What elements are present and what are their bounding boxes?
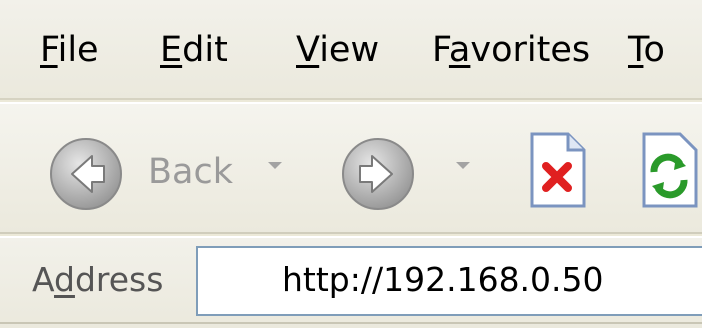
refresh-button[interactable] [640, 130, 702, 214]
address-input[interactable]: http://192.168.0.50 [196, 246, 702, 316]
back-arrow-icon [50, 138, 122, 210]
address-label: Address [32, 260, 164, 299]
back-button[interactable] [48, 136, 124, 212]
stop-button[interactable] [528, 130, 588, 214]
menu-edit[interactable]: Edit [160, 30, 228, 70]
menu-bar: File Edit View Favorites To [0, 0, 702, 100]
menu-view[interactable]: View [296, 30, 379, 70]
address-bar: Address http://192.168.0.50 [0, 236, 702, 328]
menu-tools[interactable]: To [628, 30, 665, 70]
stop-icon [530, 132, 586, 208]
refresh-icon [642, 132, 698, 208]
address-value: http://192.168.0.50 [282, 260, 604, 299]
menu-file[interactable]: File [40, 30, 99, 70]
toolbar: Back [0, 102, 702, 234]
forward-dropdown-arrow-icon[interactable] [456, 162, 470, 169]
divider [0, 322, 702, 324]
forward-button[interactable] [340, 136, 416, 212]
forward-arrow-icon [342, 138, 414, 210]
menu-favorites[interactable]: Favorites [432, 30, 590, 70]
back-dropdown-arrow-icon[interactable] [268, 162, 282, 169]
back-label: Back [148, 152, 233, 192]
